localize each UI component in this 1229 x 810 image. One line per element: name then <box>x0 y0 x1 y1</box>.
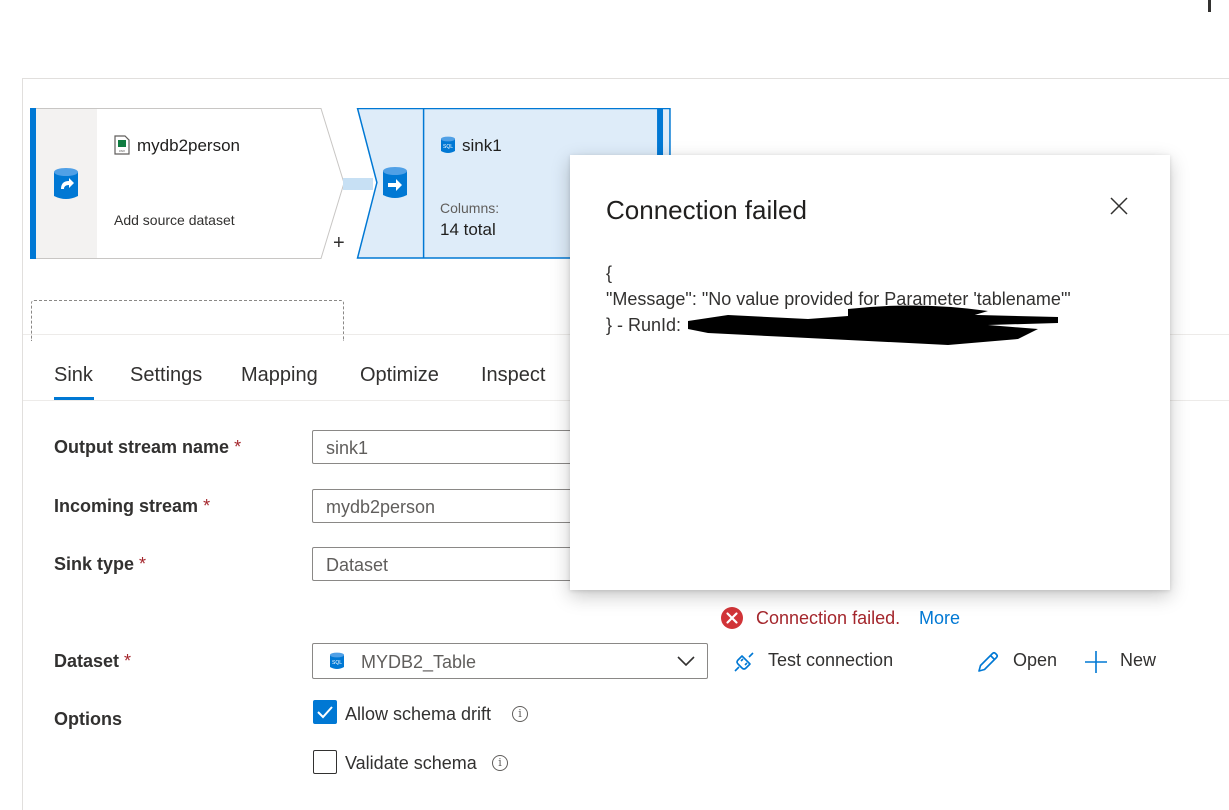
open-label: Open <box>1013 650 1058 670</box>
sink-type-label: Sink type * <box>54 554 147 574</box>
chevron-down-icon <box>677 656 695 666</box>
sink-columns-label: Columns: <box>440 200 500 216</box>
new-button[interactable]: New <box>1084 648 1164 676</box>
dataset-label: Dataset * <box>54 651 132 671</box>
tab-optimize[interactable]: Optimize <box>360 364 439 387</box>
dataset-value: MYDB2_Table <box>361 652 477 672</box>
info-icon[interactable]: i <box>492 755 508 771</box>
redaction-mark <box>688 305 1058 345</box>
checkmark-icon <box>317 706 333 719</box>
validate-schema-checkbox[interactable] <box>313 750 337 774</box>
connection-error-text: Connection failed. <box>756 608 901 628</box>
sink-columns-value: 14 total <box>440 220 496 239</box>
plug-icon <box>734 652 754 672</box>
error-icon <box>721 607 743 629</box>
dialog-title: Connection failed <box>606 195 807 225</box>
output-stream-input[interactable]: sink1 <box>312 430 602 464</box>
csv-file-icon: csv <box>114 135 130 155</box>
output-stream-label: Output stream name * <box>54 437 242 457</box>
source-node-icon-column <box>36 108 97 259</box>
test-connection-button[interactable]: Test connection <box>732 648 912 676</box>
sink-type-select[interactable]: Dataset <box>312 547 602 581</box>
dataset-select[interactable]: SQL MYDB2_Table <box>312 643 708 679</box>
tab-sink[interactable]: Sink <box>54 364 93 387</box>
plus-icon <box>1085 651 1107 673</box>
sql-database-icon: SQL <box>441 136 455 153</box>
add-transformation-icon[interactable]: + <box>333 232 345 255</box>
allow-schema-drift-checkbox[interactable] <box>313 700 337 724</box>
source-node-title: mydb2person <box>137 136 241 155</box>
connection-failed-dialog: Connection failed {"Message": "No value … <box>570 155 1170 590</box>
pencil-icon <box>978 651 999 672</box>
options-label: Options <box>54 709 122 729</box>
source-database-icon <box>54 168 78 199</box>
sink-node-title: sink1 <box>462 136 502 155</box>
source-node-subtitle: Add source dataset <box>114 212 235 228</box>
tab-inspect[interactable]: Inspect <box>481 364 545 387</box>
message-line-open: { <box>606 263 613 283</box>
close-icon[interactable] <box>1108 195 1130 217</box>
source-node-body <box>97 108 345 259</box>
open-button[interactable]: Open <box>976 648 1066 676</box>
window-edge-mark <box>1208 0 1211 12</box>
error-more-link[interactable]: More <box>919 608 960 629</box>
incoming-stream-input[interactable]: mydb2person <box>312 489 602 523</box>
new-label: New <box>1120 650 1157 670</box>
tab-settings[interactable]: Settings <box>130 364 202 387</box>
validate-schema-label: Validate schema <box>345 753 477 773</box>
tab-mapping[interactable]: Mapping <box>241 364 318 387</box>
test-connection-label: Test connection <box>768 650 894 670</box>
allow-schema-drift-label: Allow schema drift <box>345 704 492 724</box>
dataset-sql-icon: SQL <box>330 652 344 669</box>
source-node[interactable]: csv mydb2person Add source dataset <box>30 108 345 259</box>
svg-text:SQL: SQL <box>332 660 342 666</box>
incoming-stream-label: Incoming stream * <box>54 496 211 516</box>
svg-text:SQL: SQL <box>443 144 453 150</box>
info-icon[interactable]: i <box>512 706 528 722</box>
svg-text:csv: csv <box>119 148 125 153</box>
sink-database-icon <box>383 167 407 198</box>
